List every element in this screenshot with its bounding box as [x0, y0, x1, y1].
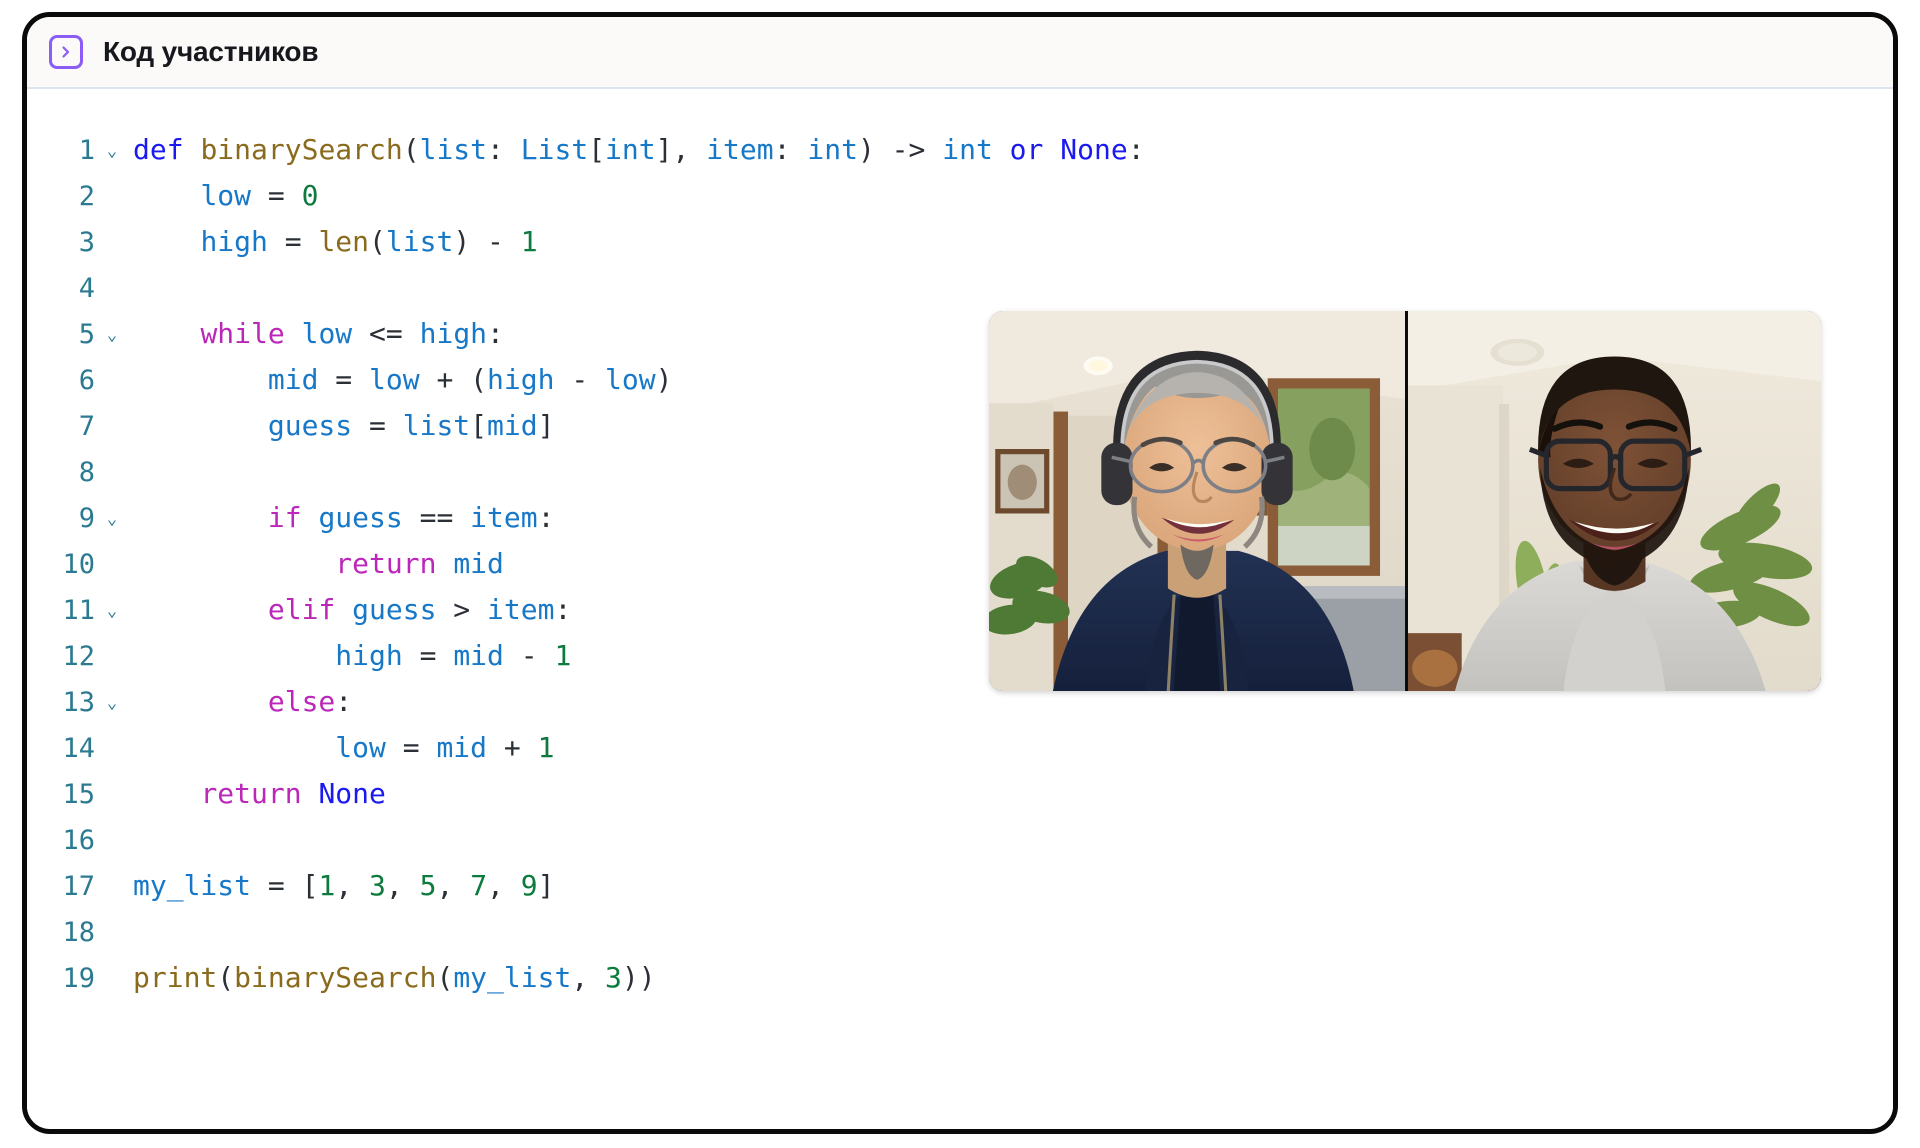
participants-video-strip[interactable]: [989, 311, 1821, 691]
code-line[interactable]: 14 low = mid + 1: [27, 725, 1145, 771]
line-number: 3: [78, 227, 95, 258]
line-number: 2: [78, 181, 95, 212]
code-text: high = mid - 1: [335, 639, 572, 672]
line-number: 1: [78, 135, 95, 166]
page-title: Код участников: [103, 36, 319, 67]
panel-body: 1 ⌄ def binarySearch(list: List[int], item…: [27, 89, 1893, 1127]
code-line[interactable]: 13 ⌄ else:: [27, 679, 1145, 725]
code-line[interactable]: 10 return mid: [27, 541, 1145, 587]
code-text: my_list = [1, 3, 5, 7, 9]: [133, 869, 555, 902]
chevron-down-icon[interactable]: ⌄: [95, 128, 129, 174]
line-number: 6: [78, 365, 95, 396]
code-line[interactable]: 19 print(binarySearch(my_list, 3)): [27, 955, 1145, 1001]
code-text: return None: [200, 777, 386, 810]
code-panel-card: Код участников 1 ⌄ def binarySearch(list: …: [22, 12, 1898, 1134]
code-line[interactable]: 7 guess = list[mid]: [27, 403, 1145, 449]
code-line[interactable]: 2 low = 0: [27, 173, 1145, 219]
line-number: 4: [78, 273, 95, 304]
code-text: guess = list[mid]: [267, 409, 555, 442]
line-number: 7: [78, 411, 95, 442]
code-text: high = len(list) - 1: [200, 225, 538, 258]
panel-header: Код участников: [27, 17, 1893, 89]
code-text: return mid: [335, 547, 504, 580]
line-number: 11: [62, 595, 95, 626]
line-number: 8: [78, 457, 95, 488]
code-line[interactable]: 16: [27, 817, 1145, 863]
line-number: 15: [62, 779, 95, 810]
code-text: print(binarySearch(my_list, 3)): [133, 961, 656, 994]
code-line[interactable]: 1 ⌄ def binarySearch(list: List[int], item…: [27, 127, 1145, 173]
screen-root: Код участников 1 ⌄ def binarySearch(list: …: [0, 0, 1920, 1148]
code-text: mid = low + (high - low): [267, 363, 673, 396]
code-text: low = mid + 1: [335, 731, 555, 764]
code-line[interactable]: 11 ⌄ elif guess > item:: [27, 587, 1145, 633]
line-number: 13: [62, 687, 95, 718]
line-number: 19: [62, 963, 95, 994]
participant-video-left[interactable]: [989, 311, 1405, 691]
chevron-down-icon[interactable]: ⌄: [95, 588, 129, 634]
chevron-down-icon[interactable]: ⌄: [95, 496, 129, 542]
code-editor[interactable]: 1 ⌄ def binarySearch(list: List[int], item…: [27, 127, 1145, 1001]
code-text: def binarySearch(list: List[int], item: …: [133, 133, 1145, 166]
code-line[interactable]: 5 ⌄ while low <= high:: [27, 311, 1145, 357]
code-text: else:: [267, 685, 353, 718]
line-number: 12: [62, 641, 95, 672]
line-number: 16: [62, 825, 95, 856]
code-text: elif guess > item:: [267, 593, 572, 626]
code-line[interactable]: 17 my_list = [1, 3, 5, 7, 9]: [27, 863, 1145, 909]
code-chevron-icon: [49, 35, 83, 69]
code-text: if guess == item:: [267, 501, 555, 534]
line-number: 5: [78, 319, 95, 350]
line-number: 9: [78, 503, 95, 534]
code-line[interactable]: 9 ⌄ if guess == item:: [27, 495, 1145, 541]
code-line[interactable]: 18: [27, 909, 1145, 955]
code-line[interactable]: 12 high = mid - 1: [27, 633, 1145, 679]
code-line[interactable]: 15 return None: [27, 771, 1145, 817]
code-text: while low <= high:: [200, 317, 504, 350]
line-number: 10: [62, 549, 95, 580]
code-line[interactable]: 3 high = len(list) - 1: [27, 219, 1145, 265]
code-line[interactable]: 8: [27, 449, 1145, 495]
line-number: 18: [62, 917, 95, 948]
code-line[interactable]: 6 mid = low + (high - low): [27, 357, 1145, 403]
participant-video-right[interactable]: [1405, 311, 1821, 691]
line-number: 14: [62, 733, 95, 764]
code-line[interactable]: 4: [27, 265, 1145, 311]
chevron-down-icon[interactable]: ⌄: [95, 680, 129, 726]
chevron-down-icon[interactable]: ⌄: [95, 312, 129, 358]
code-text: low = 0: [200, 179, 319, 212]
line-number: 17: [62, 871, 95, 902]
